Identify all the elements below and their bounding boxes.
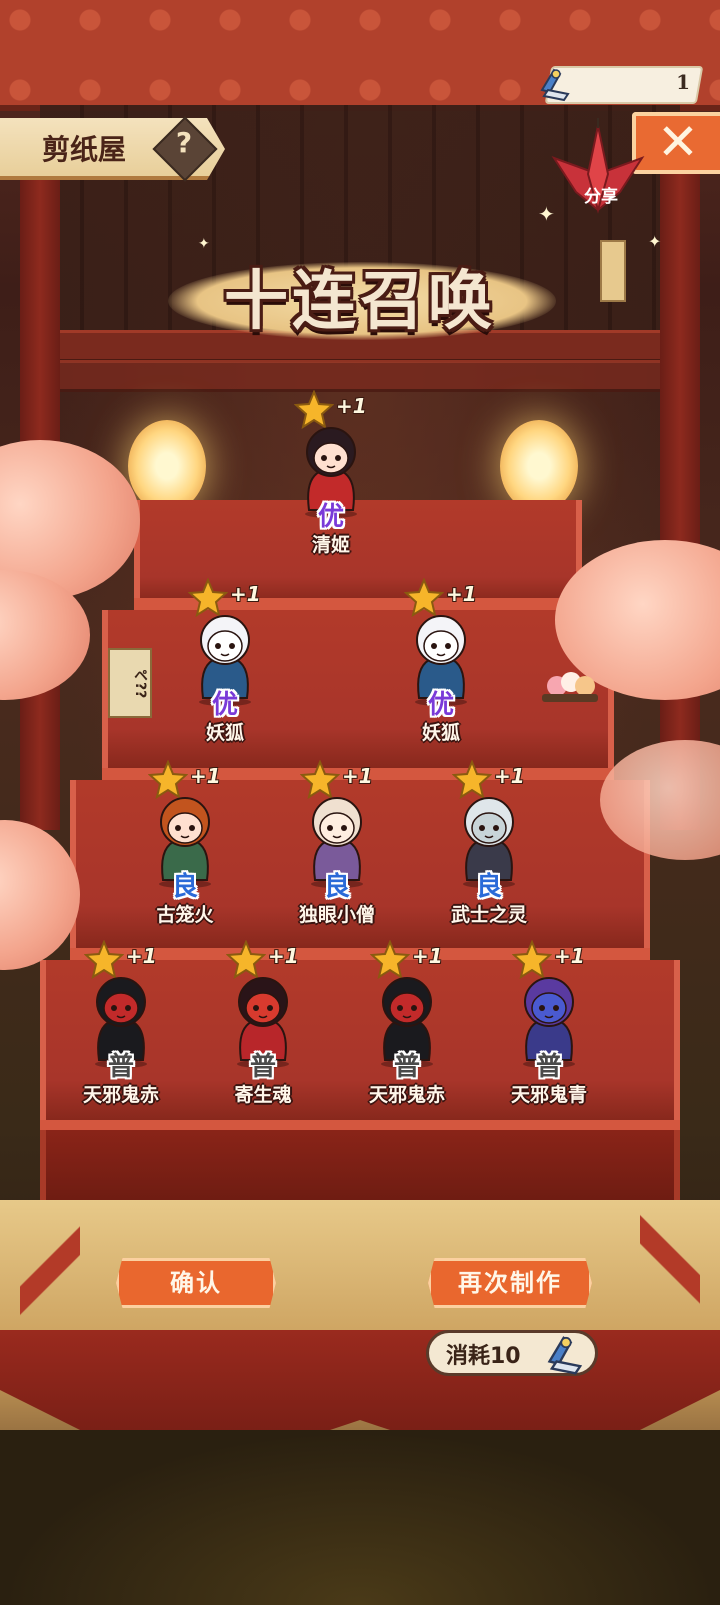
hall-beam: [30, 360, 690, 392]
floor-shadow: [0, 1430, 720, 1605]
bonus-label: +1: [268, 944, 299, 968]
rarity-grade: 良: [475, 872, 502, 902]
character-card[interactable]: +1 良武士之灵: [414, 759, 564, 930]
bonus-label: +1: [494, 764, 525, 788]
character-card[interactable]: +1 普天邪鬼青: [474, 939, 624, 1110]
character-card[interactable]: +1 普天邪鬼赤: [332, 939, 482, 1110]
character-card[interactable]: +1 良古笼火: [110, 759, 260, 930]
character-card[interactable]: +1 优妖狐: [150, 577, 300, 748]
rarity-grade: 普: [107, 1052, 134, 1082]
bonus-label: +1: [412, 944, 443, 968]
help-icon: ?: [175, 126, 193, 159]
lantern-left: [128, 420, 206, 512]
character-card[interactable]: +1 优妖狐: [366, 577, 516, 748]
character-card[interactable]: +1 普天邪鬼赤: [46, 939, 196, 1110]
sparkle-icon: ✦: [538, 202, 555, 226]
rarity-grade: 普: [393, 1052, 420, 1082]
character-name: 武士之灵: [450, 904, 527, 926]
summon-title: 十连召唤: [224, 265, 496, 339]
right-pillar: [660, 130, 700, 830]
make-again-button[interactable]: 再次制作: [428, 1258, 592, 1308]
character-name: 天邪鬼青: [510, 1084, 587, 1106]
bonus-label: +1: [190, 764, 221, 788]
share-label: 分享: [584, 187, 618, 207]
bonus-label: +1: [554, 944, 585, 968]
character-name: 清姬: [311, 534, 350, 556]
paper-doll-ticket-icon: [540, 1326, 592, 1378]
bonus-label: +1: [336, 394, 367, 418]
close-icon: ✕: [657, 113, 699, 171]
shop-name: 剪纸屋: [42, 133, 127, 166]
stair-base: [40, 1130, 680, 1202]
character-card[interactable]: +1 优清姬: [256, 389, 406, 560]
bonus-label: +1: [230, 582, 261, 606]
sparkle-icon: ✦: [648, 232, 662, 251]
character-name: 天邪鬼赤: [82, 1084, 159, 1106]
rarity-grade: 良: [171, 872, 198, 902]
rarity-grade: 优: [211, 690, 238, 720]
red-rope-left: [20, 1200, 80, 1330]
character-name: 独眼小僧: [298, 904, 375, 926]
side-wooden-sign: ペ??: [108, 648, 152, 718]
character-name: 古笼火: [156, 904, 214, 926]
character-name: 寄生魂: [234, 1084, 292, 1106]
paper-doll-ticket-icon: [534, 60, 578, 104]
rarity-grade: 良: [323, 872, 350, 902]
rarity-grade: 普: [249, 1052, 276, 1082]
share-hanging-tag: [600, 240, 626, 302]
cost-label: 消耗10: [446, 1344, 521, 1369]
bonus-label: +1: [126, 944, 157, 968]
character-name: 妖狐: [205, 722, 244, 744]
ticket-count: 1: [676, 70, 690, 94]
character-card[interactable]: +1 良独眼小僧: [262, 759, 412, 930]
character-name: 妖狐: [421, 722, 460, 744]
character-name: 天邪鬼赤: [368, 1084, 445, 1106]
summon-result-screen: ペ?? +1 优清姬 +1 优妖狐 +1 优妖狐 +1 良古笼火 +1 良独眼小僧 +1 良武士之灵 +…: [0, 0, 720, 1605]
rarity-grade: 优: [427, 690, 454, 720]
confirm-button[interactable]: 确认: [116, 1258, 276, 1308]
lantern-right: [500, 420, 578, 512]
rarity-grade: 普: [535, 1052, 562, 1082]
bonus-label: +1: [446, 582, 477, 606]
bonus-label: +1: [342, 764, 373, 788]
character-card[interactable]: +1 普寄生魂: [188, 939, 338, 1110]
red-rope-right: [640, 1200, 700, 1330]
dango-plate: [540, 668, 600, 708]
rarity-grade: 优: [317, 502, 344, 532]
